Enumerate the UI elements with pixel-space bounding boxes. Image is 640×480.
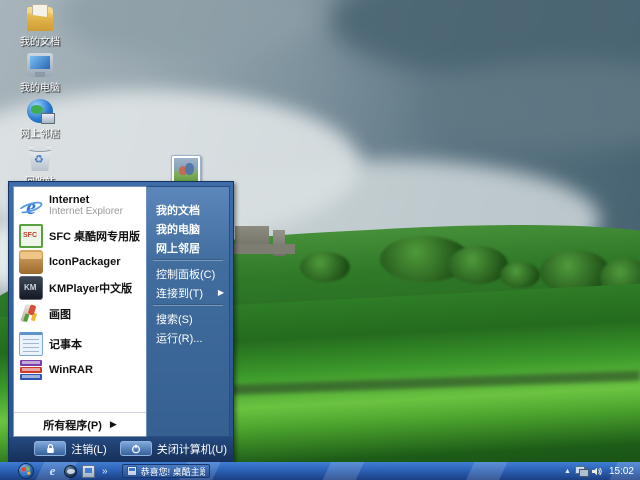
my-documents-icon — [27, 4, 53, 31]
internet-explorer-icon: e — [17, 194, 44, 219]
right-arrow-icon: ▶ — [109, 419, 117, 429]
menu-item-paint[interactable]: 画图 — [14, 301, 146, 327]
network-icon[interactable] — [574, 466, 589, 477]
menu-item-control-panel[interactable]: 控制面板(C) — [147, 264, 229, 283]
lock-icon — [46, 443, 54, 453]
paint-icon — [19, 302, 43, 326]
menu-item-label: 运行(R)... — [156, 332, 203, 345]
browser-globe-icon[interactable] — [64, 464, 77, 478]
start-menu-left-panel: e Internet Internet Explorer SFC 桌酷网专用版 … — [13, 186, 146, 437]
desktop-icon-my-computer[interactable]: 我的电脑 — [12, 53, 68, 94]
shut-down-label[interactable]: 关闭计算机(U) — [157, 441, 227, 457]
menu-item-my-documents[interactable]: 我的文档 — [147, 200, 229, 219]
menu-item-sublabel: Internet Explorer — [49, 206, 123, 218]
desktop-icon-label: 网上邻居 — [20, 129, 60, 140]
menu-item-winrar[interactable]: WinRAR — [14, 357, 146, 383]
menu-item-label: 记事本 — [49, 339, 82, 351]
desktop: 我的文档 我的电脑 网上邻居 回收站 e Internet Internet E… — [0, 0, 640, 480]
menu-item-iconpackager[interactable]: IconPackager — [14, 249, 146, 275]
menu-item-search[interactable]: 搜索(S) — [147, 309, 229, 328]
quick-launch-overflow-chevron[interactable]: » — [102, 466, 108, 477]
menu-item-label: 控制面板(C) — [156, 268, 216, 281]
all-programs-button[interactable]: 所有程序(P) ▶ — [14, 412, 146, 436]
menu-item-sfc[interactable]: SFC 桌酷网专用版 — [14, 223, 146, 249]
menu-item-label: SFC 桌酷网专用版 — [49, 231, 141, 243]
hide-icons-arrow-icon[interactable]: ▲ — [564, 468, 571, 475]
log-off-button[interactable] — [34, 441, 67, 456]
network-places-icon — [27, 99, 55, 124]
desktop-icon-label: 我的文档 — [20, 37, 60, 48]
menu-separator — [153, 260, 223, 261]
internet-explorer-icon[interactable]: e — [46, 463, 59, 478]
webpage-icon — [126, 466, 137, 476]
submenu-arrow-icon: ▶ — [217, 288, 224, 297]
menu-item-label: 我的电脑 — [156, 223, 200, 236]
desktop-icon-label: 我的电脑 — [20, 83, 60, 94]
all-programs-label: 所有程序(P) — [43, 419, 102, 432]
menu-item-label: 连接到(T) — [156, 287, 204, 300]
desktop-icon-my-documents[interactable]: 我的文档 — [12, 4, 68, 48]
iconpackager-icon — [19, 250, 43, 274]
start-button[interactable] — [18, 463, 34, 479]
show-desktop-icon[interactable] — [82, 464, 95, 478]
menu-item-network-places[interactable]: 网上邻居 — [147, 238, 229, 257]
taskbar-window-title: 恭喜您! 桌酷主题... — [140, 466, 205, 477]
system-tray: ▲ 15:02 — [564, 466, 640, 477]
menu-item-connect-to[interactable]: 连接到(T) ▶ — [147, 283, 229, 302]
taskbar-window-button[interactable]: 恭喜您! 桌酷主题... — [121, 464, 210, 478]
desktop-icon-network-places[interactable]: 网上邻居 — [12, 99, 68, 140]
menu-separator — [153, 305, 223, 306]
volume-icon[interactable] — [591, 466, 602, 477]
taskbar-clock[interactable]: 15:02 — [609, 466, 634, 477]
quick-launch: e » — [46, 463, 108, 478]
menu-item-label: WinRAR — [49, 364, 93, 376]
kmplayer-icon — [19, 276, 43, 300]
menu-item-label: 搜索(S) — [156, 313, 193, 326]
menu-item-label: 画图 — [49, 309, 71, 321]
sfc-app-icon — [19, 224, 43, 248]
my-computer-icon — [27, 53, 53, 77]
menu-item-notepad[interactable]: 记事本 — [14, 331, 146, 357]
menu-item-label: IconPackager — [49, 256, 121, 268]
recycle-bin-icon — [29, 147, 51, 171]
start-menu-right-panel: 我的文档 我的电脑 网上邻居 控制面板(C) 连接到(T) ▶ 搜索(S) 运行… — [146, 186, 230, 437]
menu-item-my-computer[interactable]: 我的电脑 — [147, 219, 229, 238]
taskbar: e » 恭喜您! 桌酷主题... ▲ 15:02 — [0, 462, 640, 480]
winrar-icon — [19, 358, 43, 382]
power-icon — [131, 444, 140, 453]
notepad-icon — [19, 332, 43, 356]
log-off-label[interactable]: 注销(L) — [71, 441, 106, 457]
menu-item-internet[interactable]: e Internet Internet Explorer — [14, 190, 146, 223]
shut-down-button[interactable] — [119, 441, 152, 456]
menu-item-label: 我的文档 — [156, 204, 200, 217]
menu-item-label: 网上邻居 — [156, 242, 200, 255]
windows-flag-icon — [21, 466, 31, 476]
start-menu: e Internet Internet Explorer SFC 桌酷网专用版 … — [8, 181, 234, 462]
menu-item-kmplayer[interactable]: KMPlayer中文版 — [14, 275, 146, 301]
start-menu-footer: 注销(L) 关闭计算机(U) — [9, 437, 233, 462]
menu-item-label: KMPlayer中文版 — [49, 283, 133, 295]
menu-item-run[interactable]: 运行(R)... — [147, 328, 229, 347]
